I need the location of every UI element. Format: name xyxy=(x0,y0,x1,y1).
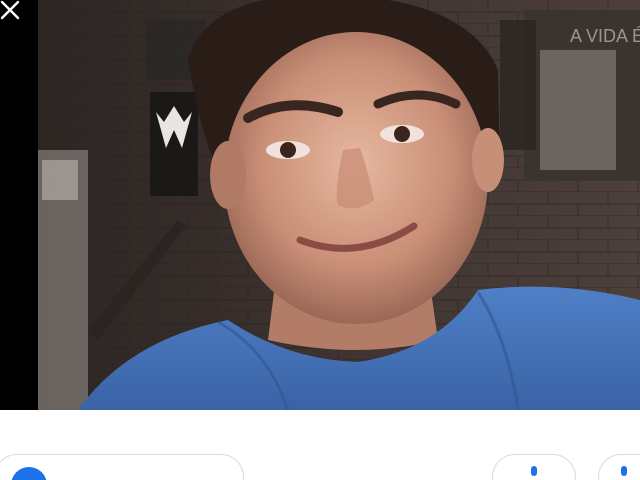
lens-button[interactable] xyxy=(0,454,244,480)
photo-viewer: A VIDA É xyxy=(0,0,640,410)
action-bar xyxy=(0,410,640,480)
photo: A VIDA É xyxy=(38,0,640,410)
more-button[interactable] xyxy=(598,454,640,480)
close-button[interactable] xyxy=(0,0,24,24)
share-icon xyxy=(531,466,537,476)
svg-text:A VIDA É: A VIDA É xyxy=(570,26,640,46)
close-icon xyxy=(0,0,20,20)
share-button[interactable] xyxy=(492,454,576,480)
viewer-left-strip xyxy=(0,0,38,410)
image-viewer-screen: A VIDA É xyxy=(0,0,640,480)
more-icon xyxy=(621,466,627,476)
google-lens-icon xyxy=(11,467,47,480)
